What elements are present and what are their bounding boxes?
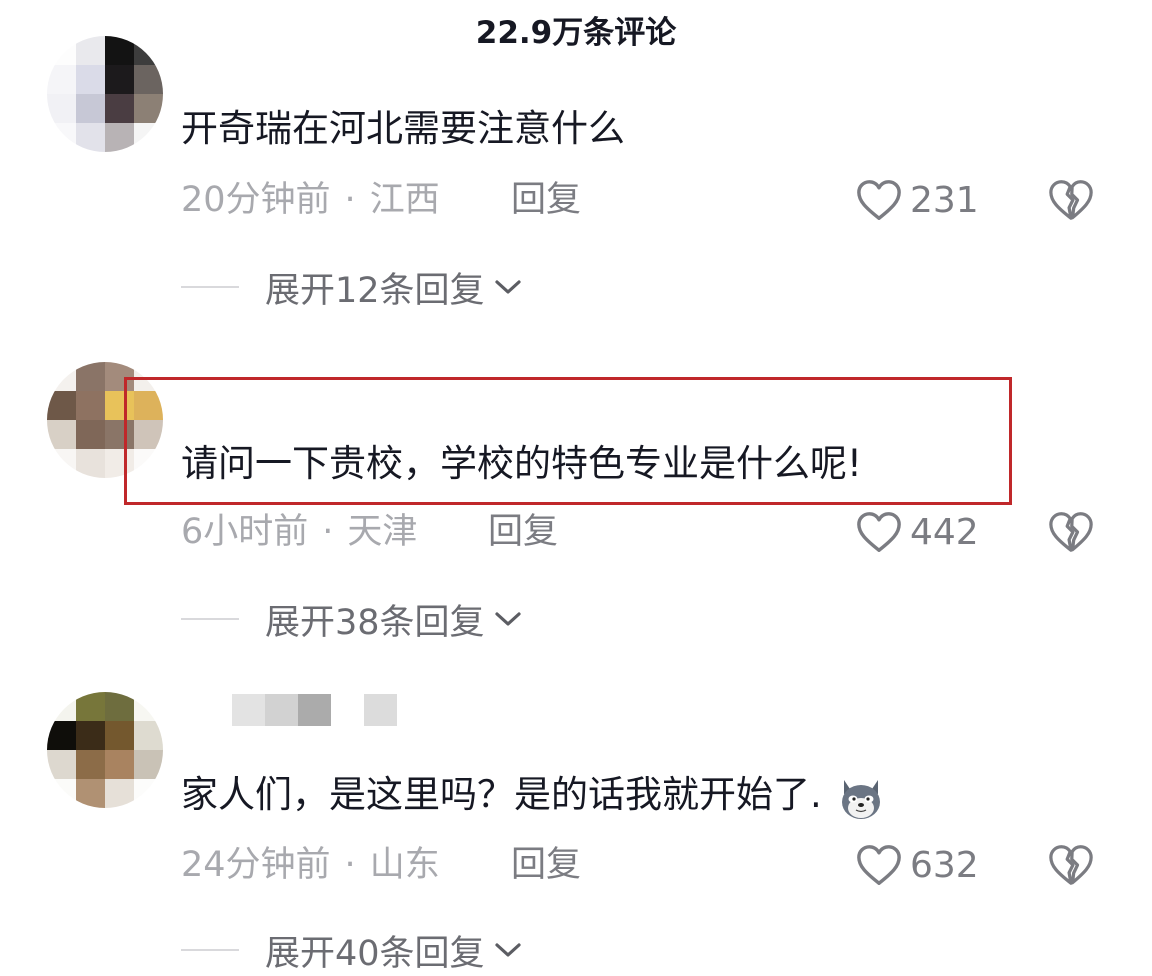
divider-line	[181, 949, 239, 951]
expand-replies-button[interactable]: 展开40条回复	[181, 925, 523, 975]
like-button[interactable]: 231	[856, 175, 979, 225]
meta-separator: ·	[344, 845, 356, 885]
comment-time: 24分钟前	[181, 845, 331, 885]
like-button[interactable]: 632	[856, 840, 979, 890]
avatar[interactable]	[47, 692, 163, 808]
comment-location: 天津	[347, 512, 418, 552]
husky-dog-emoji-icon	[841, 779, 880, 819]
like-button[interactable]: 442	[856, 507, 979, 557]
comment-location: 山东	[369, 845, 440, 885]
broken-heart-icon[interactable]	[1048, 177, 1094, 223]
expand-replies-label: 展开38条回复	[265, 602, 485, 643]
divider-line	[181, 286, 239, 288]
reply-button[interactable]: 回复	[488, 507, 558, 557]
expand-replies-label: 展开12条回复	[265, 270, 485, 311]
expand-replies-button[interactable]: 展开12条回复	[181, 262, 523, 312]
comment-meta: 24分钟前 · 山东	[181, 840, 440, 890]
chevron-down-icon	[494, 943, 521, 957]
meta-separator: ·	[322, 512, 334, 552]
broken-heart-icon[interactable]	[1048, 842, 1094, 888]
heart-outline-icon	[857, 512, 901, 552]
comment-location: 江西	[369, 180, 440, 220]
heart-outline-icon	[857, 180, 901, 220]
comment-meta: 6小时前 · 天津	[181, 507, 417, 557]
broken-heart-icon[interactable]	[1048, 509, 1094, 555]
like-count: 442	[910, 511, 979, 553]
chevron-down-icon	[494, 612, 521, 626]
comments-count-title: 22.9万条评论	[475, 15, 677, 51]
username-blurred[interactable]	[232, 694, 397, 726]
expand-replies-button[interactable]: 展开38条回复	[181, 594, 523, 644]
reply-button[interactable]: 回复	[511, 840, 581, 890]
meta-separator: ·	[344, 180, 356, 220]
divider-line	[181, 618, 239, 620]
comment-time: 20分钟前	[181, 180, 331, 220]
reply-button[interactable]: 回复	[511, 175, 581, 225]
highlight-box	[124, 377, 1012, 505]
comment-text: 家人们，是这里吗？是的话我就开始了.	[181, 767, 886, 823]
comment-text: 开奇瑞在河北需要注意什么	[181, 107, 625, 150]
expand-replies-label: 展开40条回复	[265, 933, 485, 974]
heart-outline-icon	[857, 845, 901, 885]
chevron-down-icon	[494, 280, 521, 294]
comment-text-content: 家人们，是这里吗？是的话我就开始了.	[181, 773, 822, 816]
comment-time: 6小时前	[181, 512, 309, 552]
like-count: 231	[910, 179, 979, 221]
like-count: 632	[910, 844, 979, 886]
avatar[interactable]	[47, 36, 163, 152]
comment-meta: 20分钟前 · 江西	[181, 175, 440, 225]
